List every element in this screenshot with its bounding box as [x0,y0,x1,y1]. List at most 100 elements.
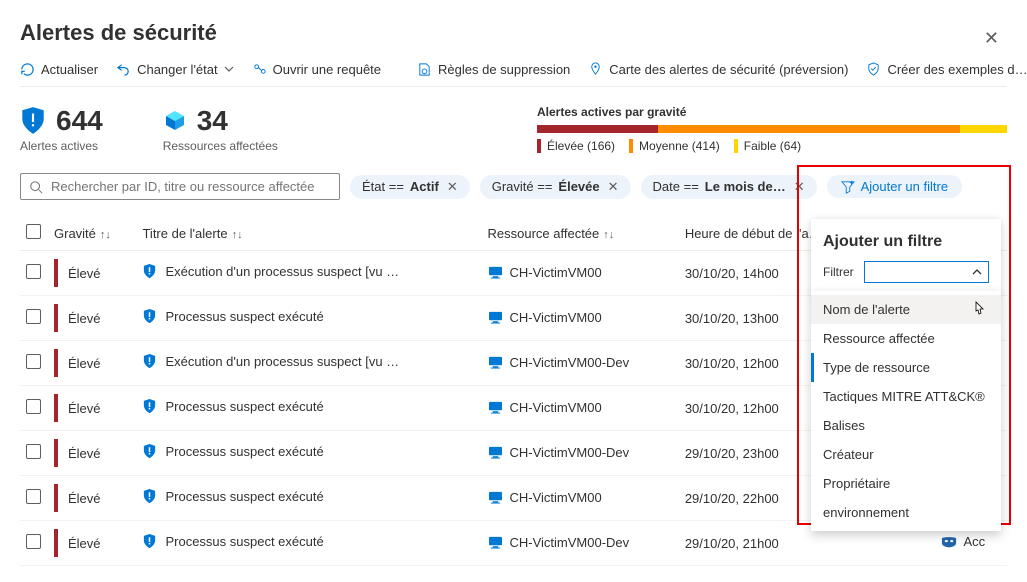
severity-bar-high [537,125,658,133]
refresh-icon [20,62,35,77]
row-checkbox[interactable] [26,489,41,504]
alert-title: Processus suspect exécuté [165,444,323,459]
filter-option-resource-type[interactable]: Type de ressource [811,353,1001,382]
severity-value: Élevé [68,446,101,461]
severity-value: Élevé [68,266,101,281]
change-state-label: Changer l'état [137,62,218,77]
filter-option-owner[interactable]: Propriétaire [811,469,1001,498]
filter-field-label: Filtrer [823,265,854,279]
script-icon [417,62,432,77]
filters-row: État == Actif ✕ Gravité == Élevée ✕ Date… [20,173,1007,200]
close-icon[interactable]: ✕ [976,24,1007,53]
row-checkbox[interactable] [26,444,41,459]
remove-filter-icon[interactable]: ✕ [608,179,619,195]
stat-resources-count: 34 [197,105,228,137]
col-resource[interactable]: Ressource affectée↑↓ [482,216,679,251]
severity-value: Élevé [68,536,101,551]
filter-pill-state[interactable]: État == Actif ✕ [350,175,470,199]
resource-name: CH-VictimVM00-Dev [510,535,630,550]
start-time: 30/10/20, 12h00 [685,401,779,416]
filter-add-icon [841,180,855,194]
resource-name: CH-VictimVM00-Dev [510,355,630,370]
legend-low: Faible (64) [734,139,801,153]
resource-name: CH-VictimVM00 [510,310,602,325]
filter-option-tags[interactable]: Balises [811,411,1001,440]
change-state-button[interactable]: Changer l'état [116,62,234,77]
alert-title: Processus suspect exécuté [165,309,323,324]
severity-bar-low [960,125,1007,133]
page-title: Alertes de sécurité [20,20,217,46]
col-severity[interactable]: Gravité↑↓ [48,216,136,251]
toolbar: Actualiser Changer l'état Ouvrir une req… [20,60,1007,87]
select-all-checkbox[interactable] [26,224,41,239]
filter-option-mitre[interactable]: Tactiques MITRE ATT&CK® [811,382,1001,411]
search-field[interactable] [49,178,331,195]
create-samples-label: Créer des exemples d… [887,62,1027,77]
severity-value: Élevé [68,356,101,371]
stat-resources-label: Ressources affectées [163,139,278,153]
alert-title: Processus suspect exécuté [165,489,323,504]
filter-option-alert-name[interactable]: Nom de l'alerte [811,295,1001,324]
row-checkbox[interactable] [26,309,41,324]
create-samples-button[interactable]: Créer des exemples d… [866,62,1027,77]
filter-panel-title: Ajouter un filtre [823,233,989,251]
resource-name: CH-VictimVM00-Dev [510,445,630,460]
chevron-down-icon [224,64,234,74]
severity-bar-medium [658,125,960,133]
refresh-label: Actualiser [41,62,98,77]
open-query-button[interactable]: Ouvrir une requête [252,62,381,77]
suppression-rules-button[interactable]: Règles de suppression [417,62,570,77]
filter-select[interactable] [864,261,989,283]
alert-title: Processus suspect exécuté [165,399,323,414]
start-time: 29/10/20, 21h00 [685,536,779,551]
severity-value: Élevé [68,491,101,506]
remove-filter-icon[interactable]: ✕ [447,179,458,195]
filter-option-creator[interactable]: Créateur [811,440,1001,469]
resource-name: CH-VictimVM00 [510,400,602,415]
alert-title: Exécution d'un processus suspect [vu … [165,264,399,279]
chevron-up-icon [972,267,982,277]
stat-active-count: 644 [56,105,103,137]
severity-value: Élevé [68,401,101,416]
alerts-map-button[interactable]: Carte des alertes de sécurité (préversio… [588,62,848,77]
remove-filter-icon[interactable]: ✕ [794,179,805,195]
col-title[interactable]: Titre de l'alerte↑↓ [136,216,481,251]
filter-panel: Ajouter un filtre Filtrer Nom de l'alert… [811,219,1001,295]
stat-active-alerts: 644 Alertes actives [20,105,103,153]
filter-pill-date[interactable]: Date == Le mois de… ✕ [641,175,817,199]
shield-icon [20,106,46,136]
cube-icon [163,109,187,133]
suppression-rules-label: Règles de suppression [438,62,570,77]
map-pin-icon [588,62,603,77]
legend-high: Élevée (166) [537,139,615,153]
filter-option-environment[interactable]: environnement [811,498,1001,527]
alert-title: Processus suspect exécuté [165,534,323,549]
resource-name: CH-VictimVM00 [510,490,602,505]
severity-title: Alertes actives par gravité [537,105,1007,119]
refresh-button[interactable]: Actualiser [20,62,98,77]
tactic-value: Acc [963,534,985,549]
severity-section: Alertes actives par gravité Élevée (166)… [537,105,1007,153]
legend-medium: Moyenne (414) [629,139,720,153]
search-icon [29,180,43,194]
row-checkbox[interactable] [26,399,41,414]
filter-dropdown: Nom de l'alerte Ressource affectée Type … [811,291,1001,531]
row-checkbox[interactable] [26,264,41,279]
alerts-map-label: Carte des alertes de sécurité (préversio… [609,62,848,77]
start-time: 30/10/20, 12h00 [685,356,779,371]
filter-pill-severity[interactable]: Gravité == Élevée ✕ [480,175,631,199]
row-checkbox[interactable] [26,354,41,369]
resource-name: CH-VictimVM00 [510,265,602,280]
severity-value: Élevé [68,311,101,326]
stat-active-label: Alertes actives [20,139,103,153]
start-time: 30/10/20, 13h00 [685,311,779,326]
row-checkbox[interactable] [26,534,41,549]
severity-bar [537,125,1007,133]
filter-option-affected-resource[interactable]: Ressource affectée [811,324,1001,353]
start-time: 29/10/20, 23h00 [685,446,779,461]
query-icon [252,62,267,77]
search-input[interactable] [20,173,340,200]
open-query-label: Ouvrir une requête [273,62,381,77]
add-filter-button[interactable]: Ajouter un filtre [827,175,962,198]
stats-row: 644 Alertes actives 34 Ressources affect… [20,105,1007,153]
